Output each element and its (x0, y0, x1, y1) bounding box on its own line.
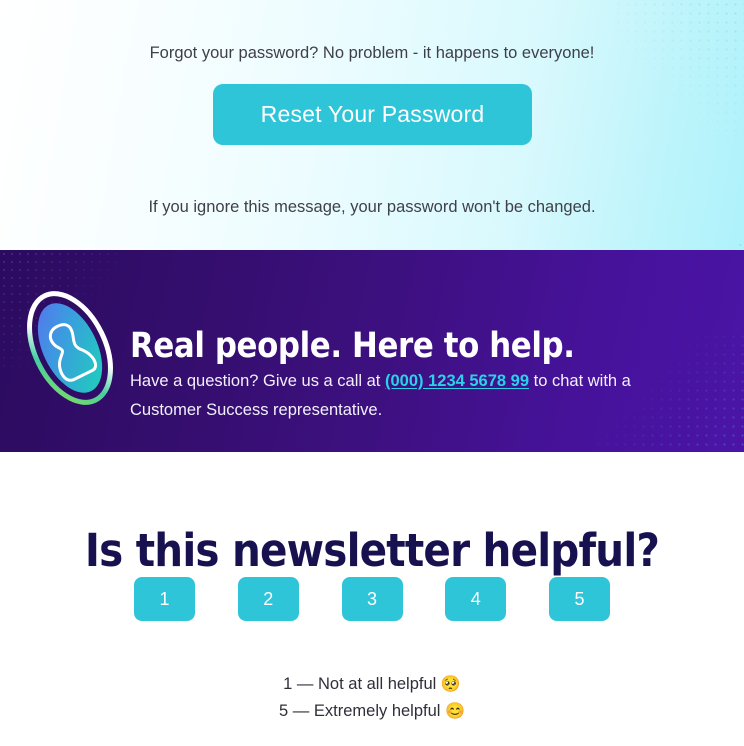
rating-button-3[interactable]: 3 (341, 577, 403, 621)
dot-pattern-decoration (614, 0, 744, 140)
rating-button-5[interactable]: 5 (549, 577, 610, 621)
smiling-face-icon: 😊 (445, 703, 465, 720)
rating-legend-low-text: 1 — Not at all helpful (283, 675, 441, 693)
rating-button-group: 1 2 3 4 5 (134, 577, 610, 621)
email-body: Forgot your password? No problem - it ha… (0, 0, 744, 746)
rating-button-4[interactable]: 4 (445, 577, 507, 621)
rating-legend: 1 — Not at all helpful 🥺 5 — Extremely h… (0, 671, 744, 725)
help-heading: Real people. Here to help. (130, 326, 575, 367)
rating-button-1[interactable]: 1 (134, 577, 195, 621)
pleading-face-icon: 🥺 (440, 676, 461, 693)
rating-legend-row-high: 5 — Extremely helpful 😊 (0, 698, 744, 725)
password-reset-section: Forgot your password? No problem - it ha… (0, 0, 744, 250)
person-in-ellipse-logo-icon (18, 283, 122, 413)
rating-legend-row-low: 1 — Not at all helpful 🥺 (0, 671, 744, 698)
reset-password-button[interactable]: Reset Your Password (213, 84, 532, 145)
phone-number-link[interactable]: (000) 1234 5678 99 (385, 372, 529, 390)
reset-ignore-text: If you ignore this message, your passwor… (148, 197, 596, 216)
rating-heading: Is this newsletter helpful? (84, 524, 660, 578)
rating-button-2[interactable]: 2 (237, 577, 299, 621)
help-body-before: Have a question? Give us a call at (130, 371, 385, 390)
rating-legend-high-text: 5 — Extremely helpful (279, 702, 446, 720)
help-body-text: Have a question? Give us a call at (000)… (130, 367, 695, 425)
reset-lead-text: Forgot your password? No problem - it ha… (149, 43, 595, 62)
